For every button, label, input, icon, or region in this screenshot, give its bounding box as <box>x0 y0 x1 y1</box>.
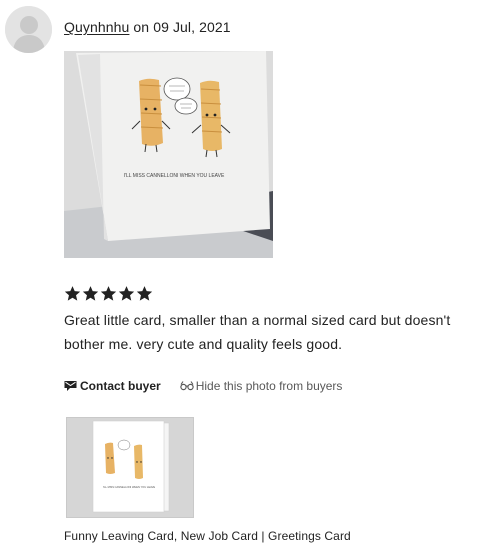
hide-eye-icon <box>179 381 194 391</box>
review-header: Quynhnhu on 09 Jul, 2021 <box>64 19 231 36</box>
card-caption: I'LL MISS CANNELLONI WHEN YOU LEAVE <box>124 173 225 179</box>
review-date: 09 Jul, 2021 <box>153 19 231 35</box>
review-text: Great little card, smaller than a normal… <box>64 312 451 352</box>
star-icon <box>64 286 81 301</box>
product-title-link[interactable]: Funny Leaving Card, New Job Card | Greet… <box>64 529 351 544</box>
default-avatar-icon <box>5 6 52 53</box>
reviewer-name-link[interactable]: Quynhnhu <box>64 19 129 35</box>
avatar[interactable] <box>5 6 52 53</box>
hide-photo-label: Hide this photo from buyers <box>195 379 343 393</box>
envelope-icon <box>64 381 77 391</box>
star-icon <box>118 286 135 301</box>
star-rating <box>64 285 153 305</box>
product-thumbnail[interactable]: I'LL MISS CANNELLONI WHEN YOU LEAVE <box>66 417 194 518</box>
thumb-caption: I'LL MISS CANNELLONI WHEN YOU LEAVE <box>103 485 155 489</box>
contact-buyer-label: Contact buyer <box>80 379 161 393</box>
hide-photo-button[interactable]: Hide this photo from buyers <box>179 378 343 394</box>
date-prefix: on <box>129 19 154 35</box>
review-actions: Contact buyer Hide this photo from buyer… <box>64 378 342 394</box>
star-icon <box>136 286 153 301</box>
contact-buyer-button[interactable]: Contact buyer <box>64 378 161 394</box>
review-photo[interactable]: I'LL MISS CANNELLONI WHEN YOU LEAVE <box>64 51 273 258</box>
star-icon <box>82 286 99 301</box>
star-icon <box>100 286 117 301</box>
